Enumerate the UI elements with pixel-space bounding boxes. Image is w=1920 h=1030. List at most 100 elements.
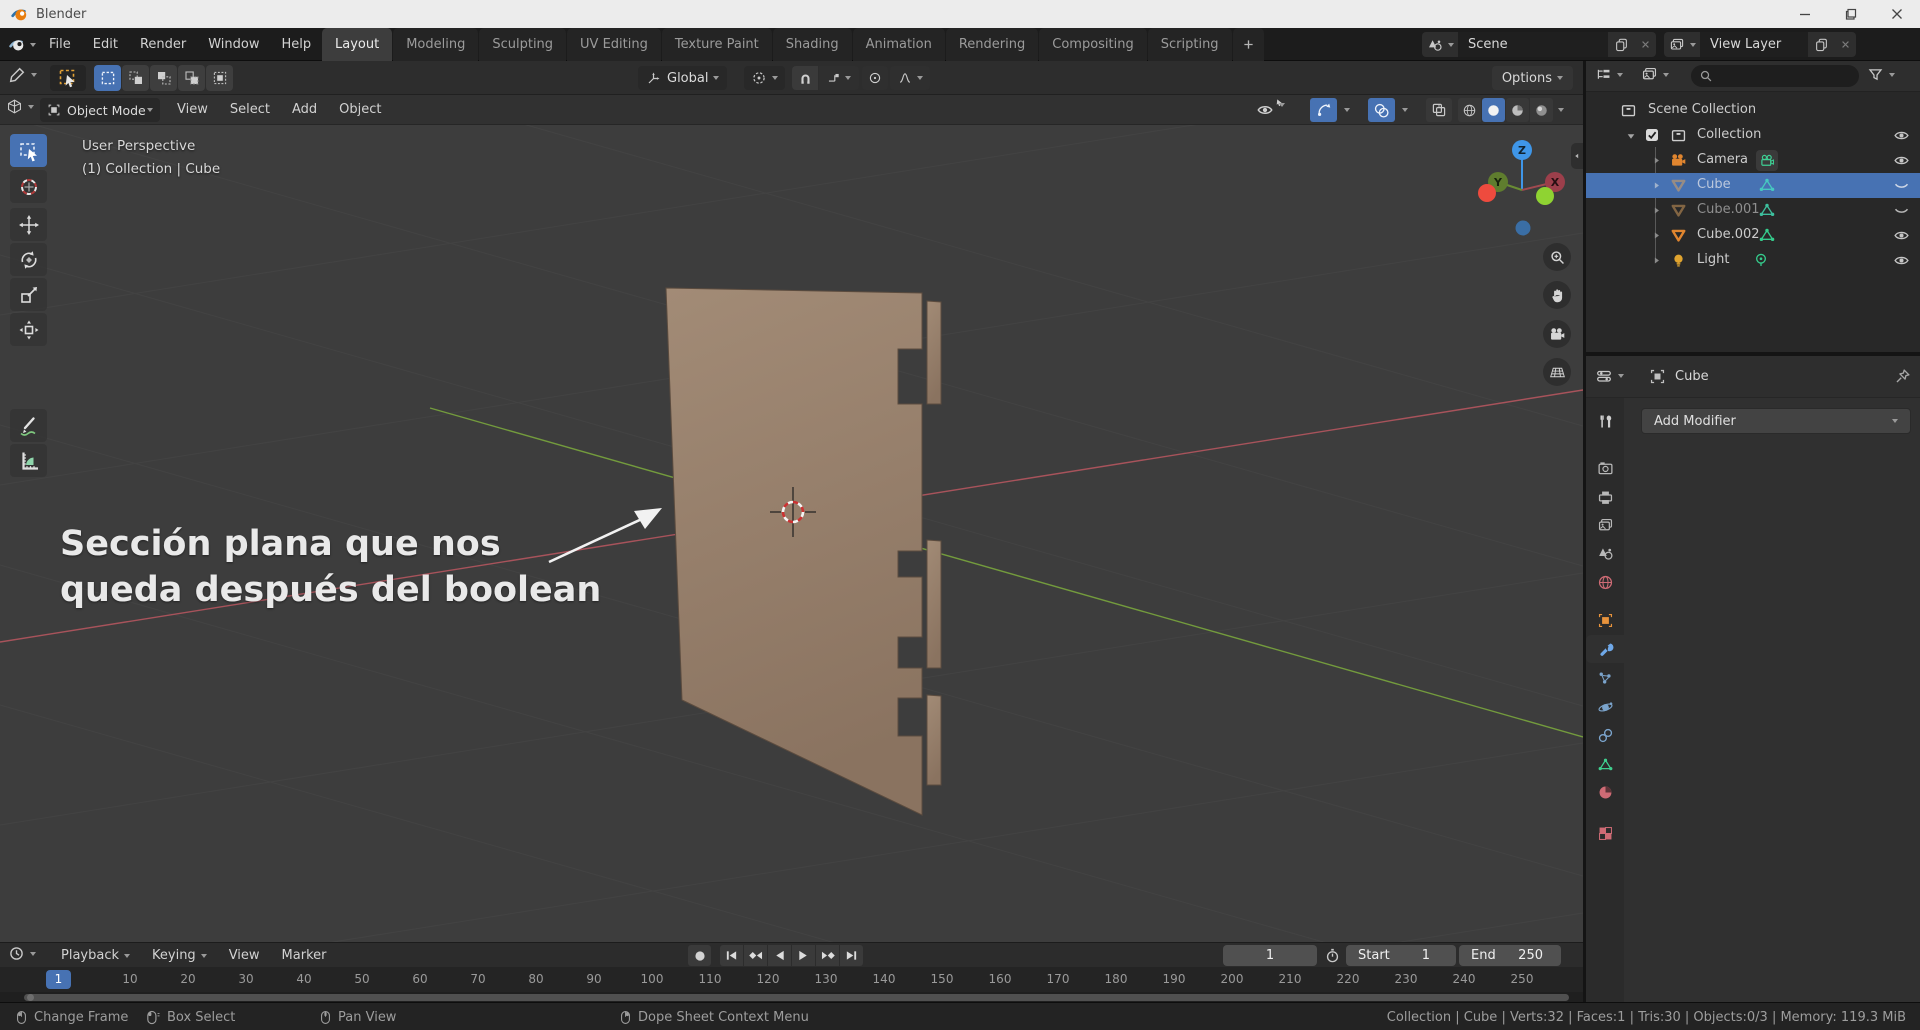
timeline-menu-keying[interactable]: Keying (141, 943, 218, 968)
tab-texture[interactable] (1586, 819, 1624, 847)
tab-scene[interactable] (1586, 539, 1624, 567)
viewport-canvas[interactable]: User Perspective (1) Collection | Cube S… (0, 125, 1583, 942)
disclosure-right-icon[interactable] (1651, 255, 1662, 266)
gizmos-dropdown[interactable] (1339, 98, 1350, 122)
play-reverse-button[interactable] (768, 945, 791, 966)
previous-keyframe-button[interactable] (744, 945, 767, 966)
add-workspace-button[interactable] (1232, 28, 1264, 61)
disclosure-right-icon[interactable] (1651, 180, 1662, 191)
scene-browse-button[interactable] (1422, 32, 1458, 57)
tab-object-constraints[interactable] (1586, 721, 1624, 749)
toggle-perspective-button[interactable] (1543, 358, 1571, 386)
xray-toggle-button[interactable] (1426, 98, 1452, 122)
tool-move[interactable] (10, 208, 47, 241)
timeline-menu-marker[interactable]: Marker (271, 943, 338, 968)
tab-uv-editing[interactable]: UV Editing (567, 28, 661, 61)
outliner-row-cube[interactable]: Cube (1586, 173, 1920, 198)
menu-render[interactable]: Render (129, 28, 197, 61)
scene-new-button[interactable] (1608, 32, 1634, 57)
tab-object-data[interactable] (1586, 750, 1624, 778)
gizmo-z-neg-axis[interactable] (1515, 220, 1531, 236)
tab-compositing[interactable]: Compositing (1039, 28, 1147, 61)
tab-world[interactable] (1586, 568, 1624, 596)
viewport-menu-view[interactable]: View (166, 95, 219, 124)
disclosure-right-icon[interactable] (1651, 155, 1662, 166)
shading-material-button[interactable] (1506, 98, 1529, 122)
timeline-menu-playback[interactable]: Playback (50, 943, 141, 968)
tab-rendering[interactable]: Rendering (945, 28, 1039, 61)
outliner-row-cube-001[interactable]: Cube.001 (1586, 198, 1920, 223)
navigation-gizmo[interactable]: Z Y X (1470, 135, 1574, 243)
collection-checkbox[interactable] (1644, 127, 1660, 143)
select-mode-intersect-button[interactable] (206, 65, 233, 91)
options-dropdown[interactable]: Options (1491, 66, 1573, 90)
menu-edit[interactable]: Edit (82, 28, 129, 61)
proportional-falloff-dropdown[interactable] (890, 66, 930, 90)
pin-icon[interactable] (1894, 368, 1911, 385)
tool-select-box[interactable] (10, 134, 47, 167)
current-frame-badge[interactable]: 1 (46, 970, 71, 989)
gizmos-toggle-button[interactable] (1310, 98, 1337, 122)
eye-open-icon[interactable] (1893, 152, 1910, 169)
disclosure-right-icon[interactable] (1651, 205, 1662, 216)
outliner-row-collection[interactable]: Collection (1586, 123, 1920, 148)
outliner-row-scene-collection[interactable]: Scene Collection (1586, 98, 1920, 123)
menu-help[interactable]: Help (271, 28, 323, 61)
viewport-menu-object[interactable]: Object (328, 95, 392, 124)
outliner-row-light[interactable]: Light (1586, 248, 1920, 273)
outliner-row-cube-002[interactable]: Cube.002 (1586, 223, 1920, 248)
tab-object[interactable] (1586, 606, 1624, 634)
overlays-dropdown[interactable] (1397, 98, 1408, 122)
proportional-edit-toggle[interactable] (862, 66, 888, 90)
select-mode-set-button[interactable] (94, 65, 121, 91)
snap-settings-dropdown[interactable] (819, 66, 859, 90)
tab-particles[interactable] (1586, 664, 1624, 692)
tab-material[interactable] (1586, 778, 1624, 806)
outliner-display-mode-button[interactable] (1641, 66, 1669, 83)
frame-end-field[interactable]: End 250 (1459, 945, 1561, 966)
tab-modifiers[interactable] (1586, 635, 1624, 663)
timeline-menu-view[interactable]: View (218, 943, 271, 968)
use-preview-range-button[interactable] (1324, 945, 1341, 966)
scrollbar-knob[interactable] (27, 993, 34, 1001)
shading-solid-button[interactable] (1482, 98, 1505, 122)
tab-view-layer[interactable] (1586, 511, 1624, 539)
select-mode-invert-button[interactable] (178, 65, 205, 91)
timeline-ruler[interactable]: 1 10 20 30 40 50 60 70 80 90 100 110 120 130 140 150 16… (0, 967, 1583, 992)
pan-view-button[interactable] (1543, 281, 1571, 309)
maximize-button[interactable] (1828, 0, 1874, 28)
tab-layout[interactable]: Layout (322, 28, 393, 61)
add-modifier-dropdown[interactable]: Add Modifier (1641, 408, 1911, 434)
jump-to-end-button[interactable] (840, 945, 863, 966)
zoom-view-button[interactable] (1543, 243, 1571, 271)
eye-open-icon[interactable] (1893, 227, 1910, 244)
tab-shading[interactable]: Shading (772, 28, 852, 61)
tool-measure[interactable] (10, 444, 47, 477)
viewport-editor-type-button[interactable] (6, 98, 34, 115)
tool-cursor[interactable] (10, 170, 47, 203)
next-keyframe-button[interactable] (816, 945, 839, 966)
blender-menu-button[interactable] (8, 28, 36, 61)
timeline-editor-type-button[interactable] (8, 945, 36, 962)
tab-sculpting[interactable]: Sculpting (479, 28, 567, 61)
menu-window[interactable]: Window (197, 28, 270, 61)
menu-file[interactable]: File (38, 28, 82, 61)
viewport-menu-add[interactable]: Add (281, 95, 328, 124)
properties-editor-type-button[interactable] (1595, 367, 1624, 385)
viewport-menu-select[interactable]: Select (219, 95, 281, 124)
outliner-search[interactable] (1691, 65, 1859, 87)
tab-modeling[interactable]: Modeling (393, 28, 479, 61)
show-object-types-dropdown[interactable] (1256, 98, 1285, 122)
current-frame-field[interactable]: 1 (1223, 945, 1317, 966)
transform-orientation-dropdown[interactable]: Global (638, 66, 728, 90)
jump-to-start-button[interactable] (720, 945, 743, 966)
auto-key-record-button[interactable] (688, 945, 711, 966)
search-input[interactable] (1719, 69, 1839, 83)
eye-open-icon[interactable] (1893, 127, 1910, 144)
scrollbar-thumb[interactable] (24, 993, 1569, 1001)
view-layer-remove-button[interactable] (1834, 32, 1856, 57)
eye-closed-icon[interactable] (1893, 202, 1910, 219)
view-layer-new-button[interactable] (1808, 32, 1834, 57)
select-mode-extend-button[interactable] (122, 65, 149, 91)
tab-scripting[interactable]: Scripting (1147, 28, 1232, 61)
